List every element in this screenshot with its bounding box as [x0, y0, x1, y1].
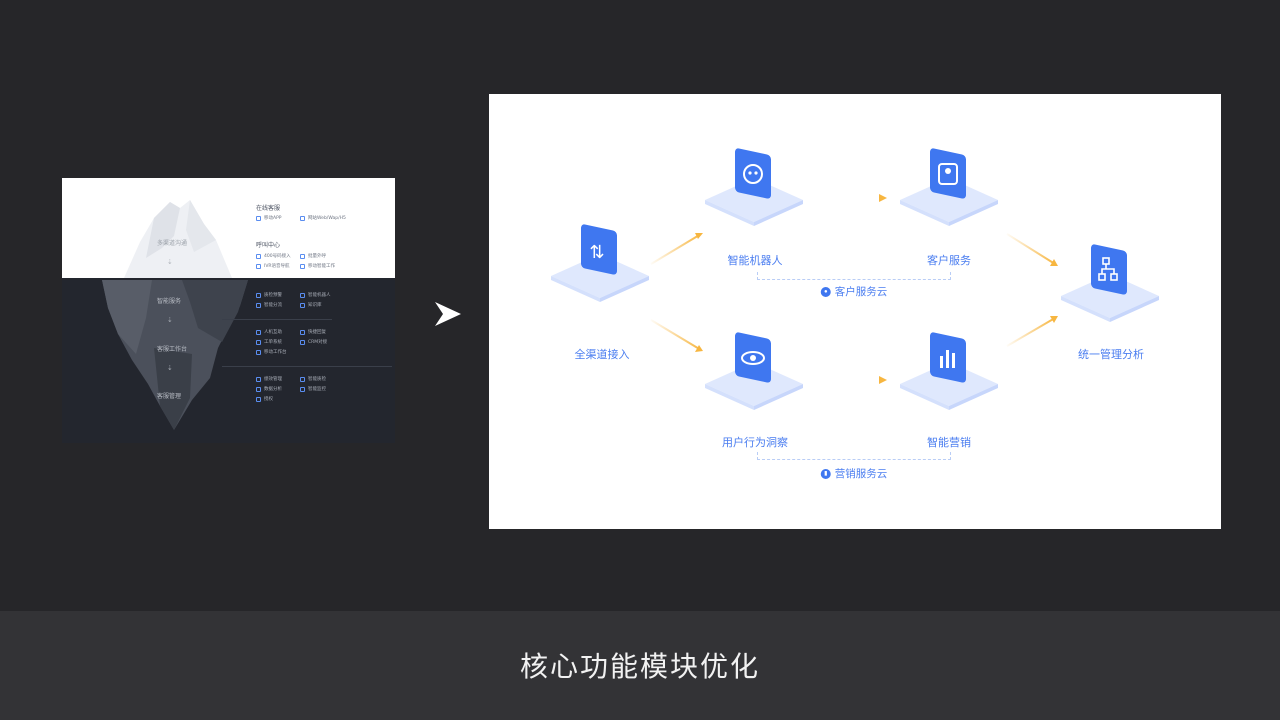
feature-item: 知识库	[300, 302, 322, 308]
feature-item: CRM对接	[300, 339, 327, 345]
node-label-user-insight: 用户行为洞察	[722, 437, 788, 449]
feature-item: 质检预警	[256, 292, 282, 298]
chart-icon: ▮	[820, 468, 831, 479]
section-title: 在线客服	[256, 205, 281, 212]
slide-title: 核心功能模块优化	[519, 650, 760, 683]
node-label-analysis: 统一管理分析	[1078, 349, 1144, 361]
down-arrow-icon: ⇣	[167, 258, 173, 266]
feature-item: 智能质检	[300, 376, 326, 382]
iceberg-layer-label: 客服工作台	[157, 346, 188, 353]
svg-text:⇅: ⇅	[589, 242, 604, 263]
iceberg-panel: 多渠道沟通 ⇣ 智能服务 ⇣ 客服工作台 ⇣ 客服管理 在线客服 移动APP 网…	[62, 178, 395, 443]
solution-diagram: ⇅ 全渠道接入 智能机器人 客户服务 用户行为洞察 智能营销 统一管理分析 ● …	[489, 94, 1221, 529]
feature-item: 移动智能工作	[300, 263, 335, 269]
feature-item: 智能监控	[300, 386, 326, 392]
feature-item: 移动工作台	[256, 349, 287, 355]
section-title: 呼叫中心	[256, 242, 281, 249]
down-arrow-icon: ⇣	[167, 316, 173, 324]
eye-icon	[705, 332, 803, 410]
feature-item: 数据分析	[256, 386, 282, 392]
feature-item: IVR语音导航	[256, 263, 290, 269]
feature-item: 智能分流	[256, 302, 282, 308]
node-label-all-channel: 全渠道接入	[574, 349, 630, 361]
iceberg-layer-label: 智能服务	[157, 298, 182, 305]
user-icon: ●	[820, 286, 831, 297]
feature-item: 400号码接入	[256, 253, 291, 259]
down-arrow-icon: ⇣	[167, 364, 173, 372]
feature-item: 快捷回复	[300, 329, 326, 335]
feature-item: 批量外呼	[300, 253, 326, 259]
agent-icon	[900, 148, 998, 226]
feature-item: 智能机器人	[300, 292, 331, 298]
bar-chart-icon	[900, 332, 998, 410]
feature-item: 移动APP	[256, 215, 282, 221]
transfer-icon: ⇅	[551, 224, 649, 302]
node-label-customer-service: 客户服务	[927, 255, 971, 267]
node-label-robot: 智能机器人	[727, 255, 783, 267]
divider	[222, 366, 392, 367]
marketing-cloud-label: ▮ 营销服务云	[820, 466, 887, 481]
bracket-marketing-cloud	[757, 452, 951, 460]
customer-cloud-label: ● 客户服务云	[820, 284, 887, 299]
chevron-right-icon	[435, 302, 461, 326]
feature-item: 授权	[256, 396, 273, 402]
iceberg-layer-label: 客服管理	[157, 393, 182, 400]
feature-item: 人机互助	[256, 329, 282, 335]
feature-item: 工单系统	[256, 339, 282, 345]
robot-icon	[705, 148, 803, 226]
iceberg-layer-label: 多渠道沟通	[157, 240, 188, 247]
node-label-marketing: 智能营销	[927, 437, 971, 449]
bracket-customer-cloud	[757, 272, 951, 280]
feature-item: 绩效管理	[256, 376, 282, 382]
flow-icon	[1061, 244, 1159, 322]
feature-item: 网站Web/Wap/H5	[300, 215, 346, 221]
divider	[222, 319, 332, 320]
